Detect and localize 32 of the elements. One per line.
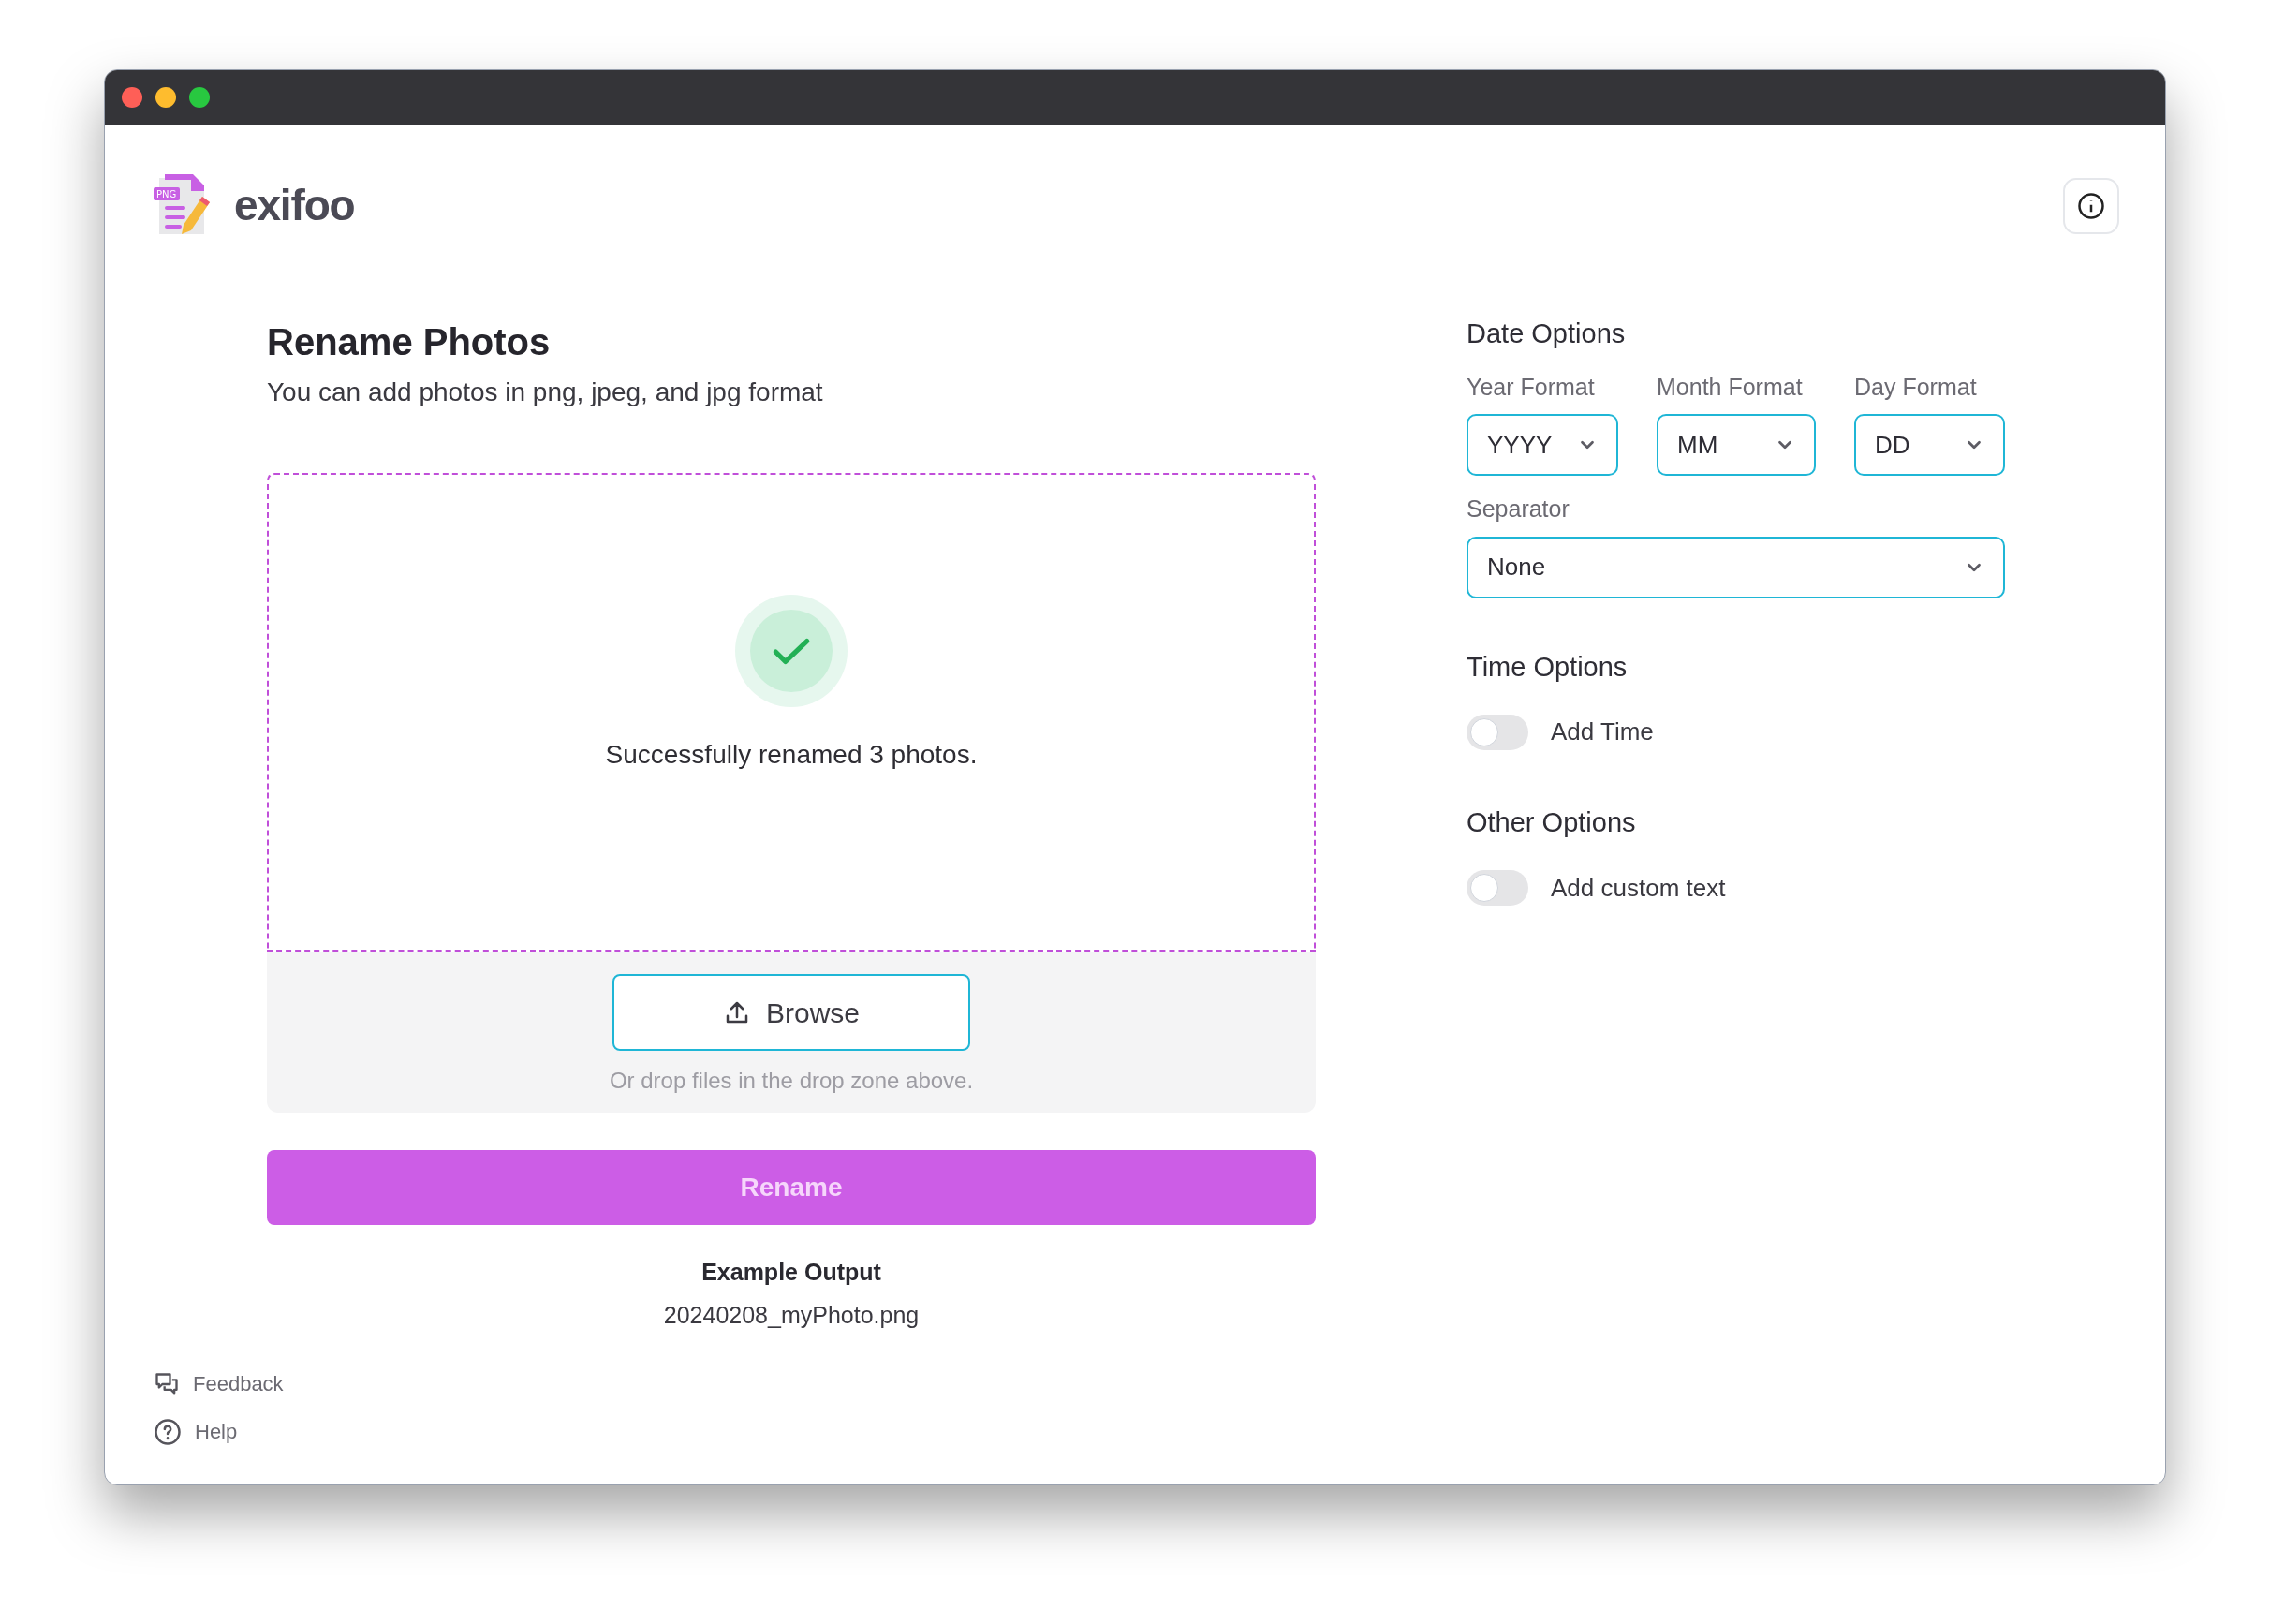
drop-zone[interactable]: Successfully renamed 3 photos. [267,473,1316,952]
format-select[interactable]: DD [1854,414,2005,476]
toggle-label: Add custom text [1551,872,1726,904]
toggle-switch[interactable] [1467,870,1528,906]
app-name: exifoo [234,180,355,231]
toggle-switch[interactable] [1467,714,1528,750]
drop-hint: Or drop files in the drop zone above. [609,1067,974,1095]
toggle-label: Add Time [1551,716,1654,747]
field-label: Separator [1467,495,1570,524]
format-select[interactable]: YYYY [1467,414,1618,476]
separator-select[interactable]: None [1467,536,2005,598]
section-heading: Other Options [1467,806,1637,839]
section-heading: Time Options [1467,650,1629,684]
browse-button[interactable]: Browse [612,974,970,1051]
page-title: Rename Photos [267,320,552,364]
format-select[interactable]: MM [1657,414,1816,476]
section-heading: Date Options [1467,317,1627,350]
zoom-window-button[interactable] [189,87,210,108]
footer-link[interactable]: Feedback [154,1368,284,1399]
field-label: Day Format [1854,372,1978,402]
page-subtitle: You can add photos in png, jpeg, and jpg format [267,376,824,408]
field-label: Month Format [1657,372,1804,402]
example-output-label: Example Output [700,1258,882,1287]
field-label: Year Format [1467,372,1596,402]
info-icon [2077,191,2105,220]
example-output-filename: 20240208_myPhoto.png [662,1300,921,1330]
close-window-button[interactable] [122,87,142,108]
help-icon [154,1417,182,1446]
info-button[interactable] [2063,177,2119,234]
footer-link[interactable]: Help [154,1416,238,1447]
minimize-window-button[interactable] [155,87,176,108]
success-message: Successfully renamed 3 photos. [605,738,978,771]
